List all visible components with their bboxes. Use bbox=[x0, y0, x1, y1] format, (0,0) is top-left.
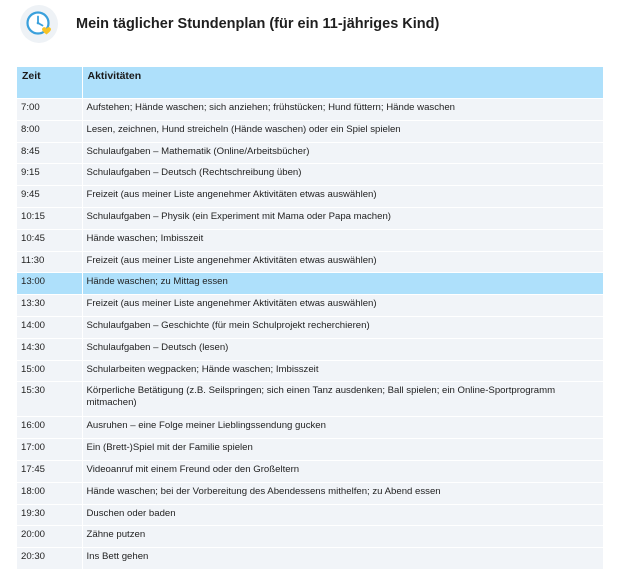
activity-cell: Freizeit (aus meiner Liste angenehmer Ak… bbox=[82, 185, 603, 208]
table-row: 10:15 Schulaufgaben – Physik (ein Experim… bbox=[17, 206, 603, 230]
time-cell: 15:00 bbox=[17, 359, 83, 382]
activity-cell: Schulaufgaben – Geschichte (für mein Sch… bbox=[82, 315, 603, 339]
table-row: 9:45 Freizeit (aus meiner Liste angenehme… bbox=[17, 185, 603, 208]
table-row: 20:00 Zähne putzen bbox=[17, 525, 603, 548]
activity-cell: Zähne putzen bbox=[82, 525, 603, 548]
clock-svg bbox=[26, 11, 51, 35]
time-cell: 18:00 bbox=[17, 481, 83, 505]
activity-cell: Duschen oder baden bbox=[82, 503, 603, 526]
time-cell: 20:30 bbox=[17, 547, 83, 569]
time-cell: 19:30 bbox=[17, 503, 83, 526]
time-cell: 17:45 bbox=[17, 459, 83, 483]
table-row: 14:00 Schulaufgaben – Geschichte (für mei… bbox=[17, 315, 603, 339]
table-row: 13:00 Hände waschen; zu Mittag essen bbox=[17, 272, 603, 295]
activity-cell: Schulaufgaben – Deutsch (Rechtschreibung… bbox=[82, 163, 603, 186]
document-header: Mein täglicher Stundenplan (für ein 11-j… bbox=[20, 5, 600, 43]
activity-cell: Ausruhen – eine Folge meiner Lieblingsse… bbox=[82, 416, 603, 439]
schedule-table-wrap: Zeit Aktivitäten 7:00 Aufstehen; Hände wa… bbox=[17, 67, 603, 569]
activity-cell: Schularbeiten wegpacken; Hände waschen; … bbox=[82, 359, 603, 382]
time-cell: 10:45 bbox=[17, 228, 83, 252]
time-cell: 17:00 bbox=[17, 438, 83, 461]
activity-cell: Schulaufgaben – Physik (ein Experiment m… bbox=[82, 206, 603, 230]
time-cell: 20:00 bbox=[17, 525, 83, 548]
table-row: 17:00 Ein (Brett-)Spiel mit der Familie s… bbox=[17, 438, 603, 461]
table-row: 10:45 Hände waschen; Imbisszeit bbox=[17, 228, 603, 252]
time-cell: 11:30 bbox=[17, 250, 83, 273]
time-cell: 13:30 bbox=[17, 294, 83, 317]
table-row: 18:00 Hände waschen; bei der Vorbereitung… bbox=[17, 481, 603, 505]
time-cell: 14:30 bbox=[17, 337, 83, 361]
activity-cell: Hände waschen; zu Mittag essen bbox=[82, 272, 603, 295]
table-row: 15:30 Körperliche Betätigung (z.B. Seilsp… bbox=[17, 381, 603, 417]
table-row: 15:00 Schularbeiten wegpacken; Hände wasc… bbox=[17, 359, 603, 382]
table-row: 11:30 Freizeit (aus meiner Liste angenehm… bbox=[17, 250, 603, 273]
table-row: 8:45 Schulaufgaben – Mathematik (Online/A… bbox=[17, 141, 603, 164]
table-row: 8:00 Lesen, zeichnen, Hund streicheln (Hä… bbox=[17, 119, 603, 143]
activity-cell: Schulaufgaben – Deutsch (lesen) bbox=[82, 337, 603, 361]
table-row: 13:30 Freizeit (aus meiner Liste angenehm… bbox=[17, 294, 603, 317]
activity-cell: Schulaufgaben – Mathematik (Online/Arbei… bbox=[82, 141, 603, 164]
activity-cell: Videoanruf mit einem Freund oder den Gro… bbox=[82, 459, 603, 483]
activity-cell: Ein (Brett-)Spiel mit der Familie spiele… bbox=[82, 438, 603, 461]
clock-heart-icon bbox=[20, 5, 58, 43]
time-cell: 9:15 bbox=[17, 163, 83, 186]
schedule-table: Zeit Aktivitäten 7:00 Aufstehen; Hände wa… bbox=[17, 67, 603, 569]
activity-cell: Hände waschen; bei der Vorbereitung des … bbox=[82, 481, 603, 505]
time-cell: 13:00 bbox=[17, 272, 83, 295]
time-cell: 10:15 bbox=[17, 206, 83, 230]
activity-cell: Freizeit (aus meiner Liste angenehmer Ak… bbox=[82, 250, 603, 273]
table-row: 20:30 Ins Bett gehen bbox=[17, 547, 603, 569]
table-row: 19:30 Duschen oder baden bbox=[17, 503, 603, 526]
schedule-body: 7:00 Aufstehen; Hände waschen; sich anzie… bbox=[17, 98, 603, 569]
activity-cell: Lesen, zeichnen, Hund streicheln (Hände … bbox=[82, 119, 603, 143]
table-row: 7:00 Aufstehen; Hände waschen; sich anzie… bbox=[17, 98, 603, 121]
activity-cell: Ins Bett gehen bbox=[82, 547, 603, 569]
page-title: Mein täglicher Stundenplan (für ein 11-j… bbox=[76, 16, 440, 32]
table-row: 9:15 Schulaufgaben – Deutsch (Rechtschrei… bbox=[17, 163, 603, 186]
time-cell: 7:00 bbox=[17, 98, 83, 121]
activity-cell: Aufstehen; Hände waschen; sich anziehen;… bbox=[82, 98, 603, 121]
column-header-activity: Aktivitäten bbox=[82, 67, 603, 99]
activity-cell: Körperliche Betätigung (z.B. Seilspringe… bbox=[82, 381, 603, 417]
time-cell: 8:45 bbox=[17, 141, 83, 164]
time-cell: 8:00 bbox=[17, 119, 83, 143]
table-row: 16:00 Ausruhen – eine Folge meiner Liebli… bbox=[17, 416, 603, 439]
activity-cell: Freizeit (aus meiner Liste angenehmer Ak… bbox=[82, 294, 603, 317]
time-cell: 14:00 bbox=[17, 315, 83, 339]
activity-cell: Hände waschen; Imbisszeit bbox=[82, 228, 603, 252]
table-header-row: Zeit Aktivitäten bbox=[17, 67, 603, 99]
table-row: 17:45 Videoanruf mit einem Freund oder de… bbox=[17, 459, 603, 483]
table-row: 14:30 Schulaufgaben – Deutsch (lesen) bbox=[17, 337, 603, 361]
time-cell: 15:30 bbox=[17, 381, 83, 417]
column-header-time: Zeit bbox=[17, 67, 83, 99]
time-cell: 16:00 bbox=[17, 416, 83, 439]
time-cell: 9:45 bbox=[17, 185, 83, 208]
